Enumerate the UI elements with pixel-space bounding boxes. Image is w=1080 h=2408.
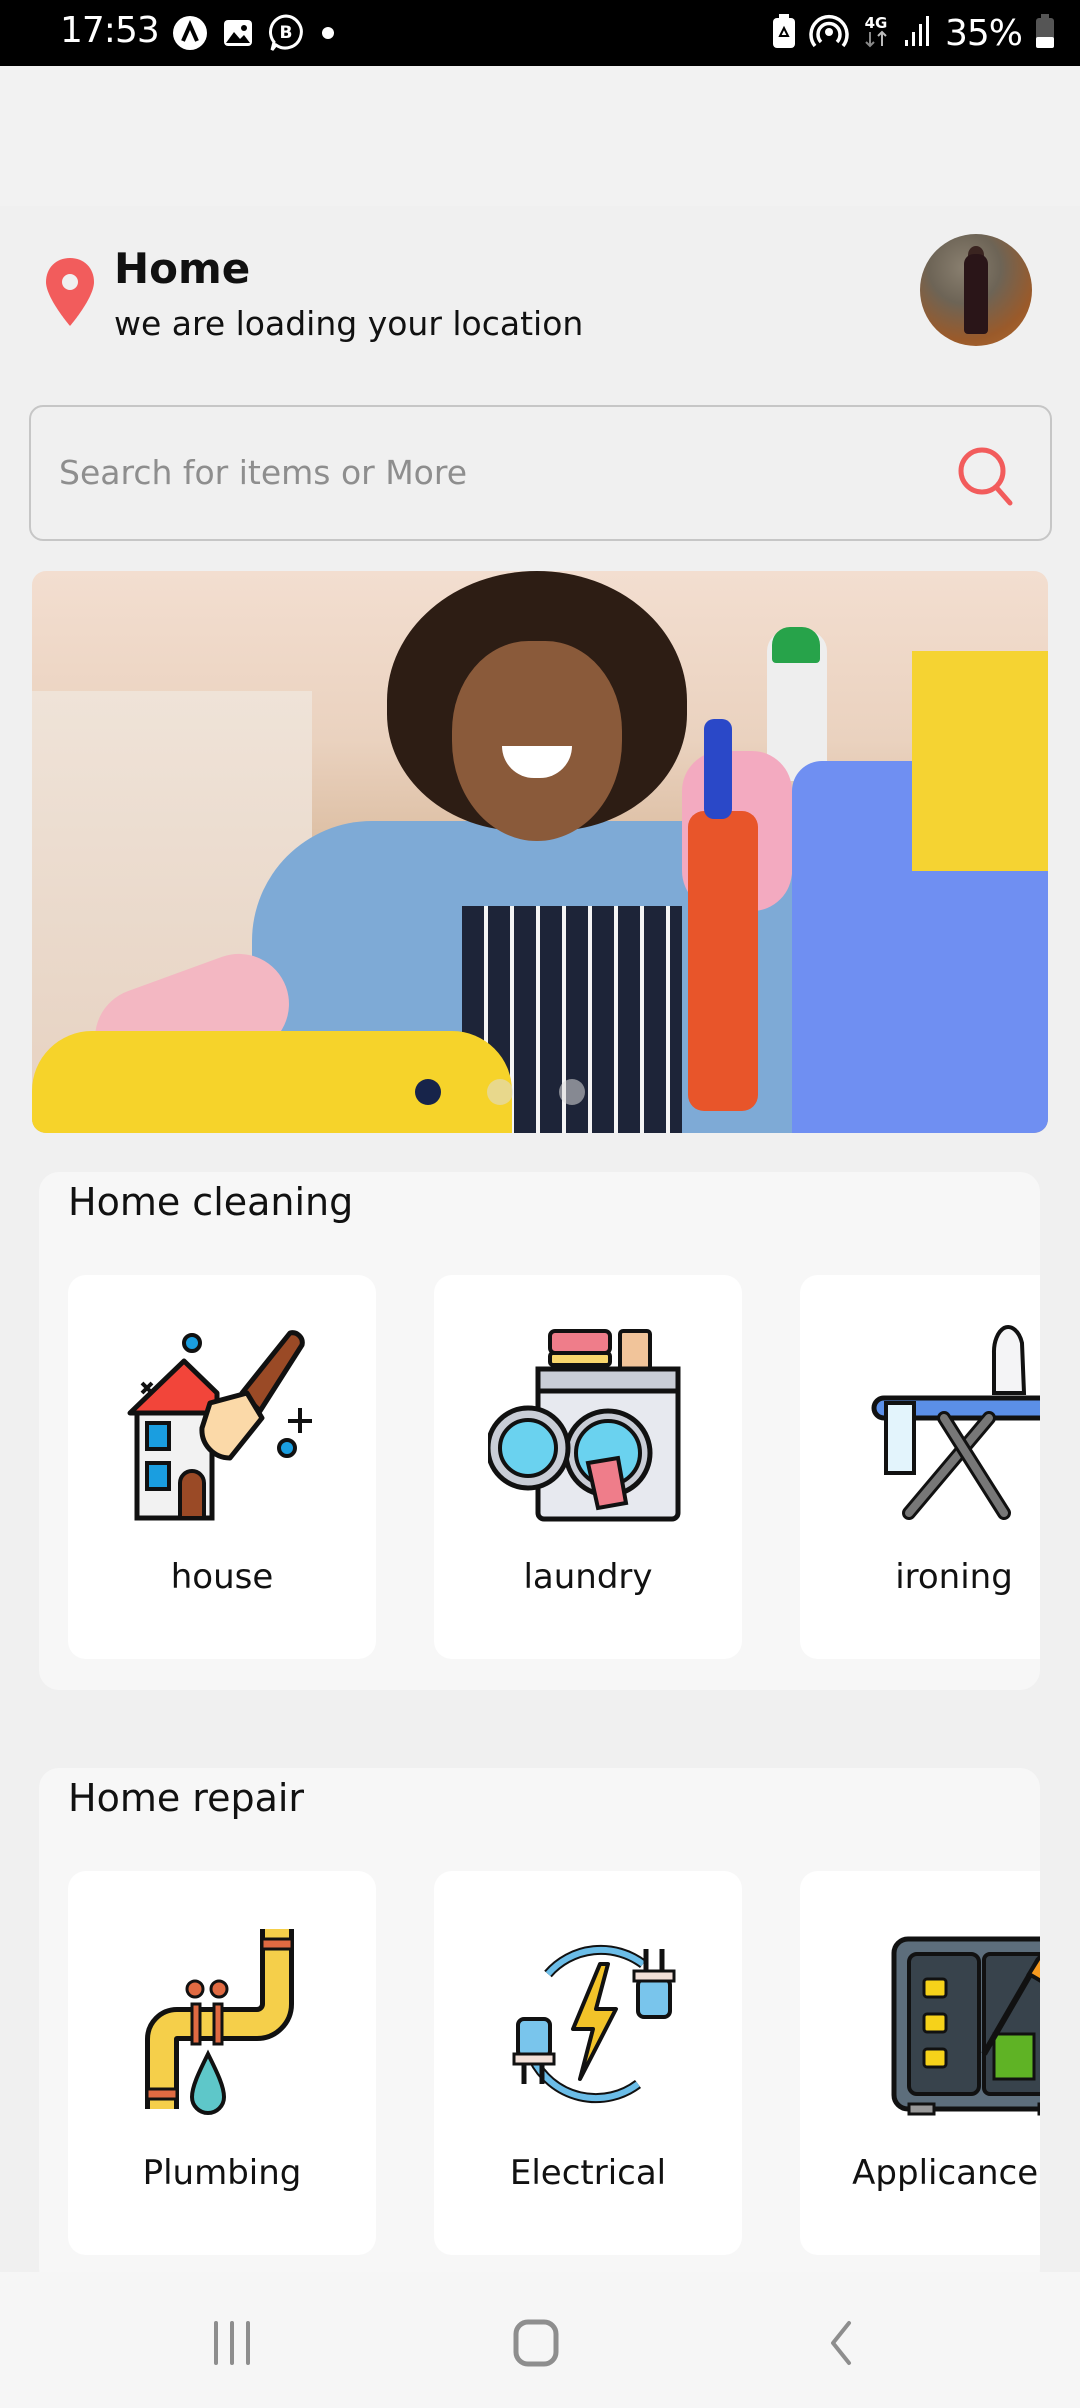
recent-apps-icon [214, 2321, 250, 2365]
app-a-icon [172, 15, 208, 55]
top-spacer [0, 66, 1080, 206]
section-title: Home repair [68, 1776, 305, 1820]
service-card-electrical[interactable]: Electrical [434, 1871, 742, 2255]
banner-spray-cap [704, 719, 732, 819]
carousel-dot-2[interactable] [487, 1079, 513, 1105]
washing-machine-icon [485, 1323, 688, 1523]
location-subtitle: we are loading your location [114, 304, 584, 343]
service-label: Electrical [509, 2153, 667, 2193]
gallery-icon [222, 17, 254, 53]
service-label: Plumbing [142, 2153, 302, 2193]
electric-plug-icon [488, 1919, 688, 2119]
section-title: Home cleaning [68, 1180, 354, 1224]
svg-text:4G: 4G [865, 14, 888, 32]
hotspot-icon [809, 12, 849, 54]
ironing-board-icon [854, 1323, 1040, 1523]
service-card-house[interactable]: house [68, 1275, 376, 1659]
service-card-laundry[interactable]: laundry [434, 1275, 742, 1659]
service-label: laundry [523, 1557, 653, 1597]
status-time: 17:53 [60, 10, 160, 51]
back-button[interactable] [800, 2308, 880, 2378]
carousel-dot-1[interactable] [415, 1079, 441, 1105]
search-icon[interactable] [956, 445, 1016, 511]
notification-dot-icon [318, 23, 338, 47]
location-title[interactable]: Home [114, 244, 250, 293]
service-card-list[interactable]: Plumbing Electrical Applicances [68, 1871, 1040, 2255]
service-label: house [170, 1557, 274, 1597]
service-card-list[interactable]: house laundry ironing [68, 1275, 1040, 1659]
battery-percent: 35% [944, 12, 1023, 54]
service-card-ironing[interactable]: ironing [800, 1275, 1040, 1659]
banner-face [452, 641, 622, 841]
location-header: Home we are loading your location [0, 206, 1080, 386]
section-home-repair: Home repair Plumbing Electrical Applican… [39, 1768, 1040, 2288]
system-nav-bar [0, 2272, 1080, 2408]
back-icon [831, 2321, 851, 2365]
pipe-leak-icon [122, 1919, 322, 2119]
signal-icon [903, 14, 933, 52]
user-avatar[interactable] [920, 234, 1032, 346]
home-button[interactable] [496, 2308, 576, 2378]
search-placeholder: Search for items or More [59, 453, 468, 492]
carousel-dot-3[interactable] [559, 1079, 585, 1105]
home-icon [513, 2319, 559, 2367]
status-bar: 17:53 B 4G 35% [0, 0, 1080, 66]
service-label: ironing [895, 1557, 1013, 1597]
svg-text:B: B [280, 23, 293, 43]
business-chat-icon: B [268, 14, 304, 56]
battery-icon [1034, 12, 1056, 54]
search-input[interactable]: Search for items or More [29, 405, 1052, 541]
service-label: Applicances [852, 2153, 1040, 2193]
banner-detergent-cap [772, 627, 820, 663]
service-card-plumbing[interactable]: Plumbing [68, 1871, 376, 2255]
promo-banner-carousel[interactable] [32, 571, 1048, 1133]
location-pin-icon[interactable] [44, 256, 96, 332]
4g-data-icon: 4G [861, 12, 891, 54]
service-card-appliances[interactable]: Applicances [800, 1871, 1040, 2255]
banner-spray-bottle [688, 811, 758, 1111]
banner-cloth [912, 651, 1048, 871]
appliance-repair-icon [854, 1919, 1040, 2119]
avatar-body [964, 254, 988, 334]
recent-apps-button[interactable] [192, 2308, 272, 2378]
section-home-cleaning: Home cleaning house laundry ironing [39, 1172, 1040, 1690]
battery-saver-icon [771, 12, 797, 54]
house-cleaning-icon [122, 1323, 322, 1523]
carousel-indicator [32, 1079, 1008, 1105]
